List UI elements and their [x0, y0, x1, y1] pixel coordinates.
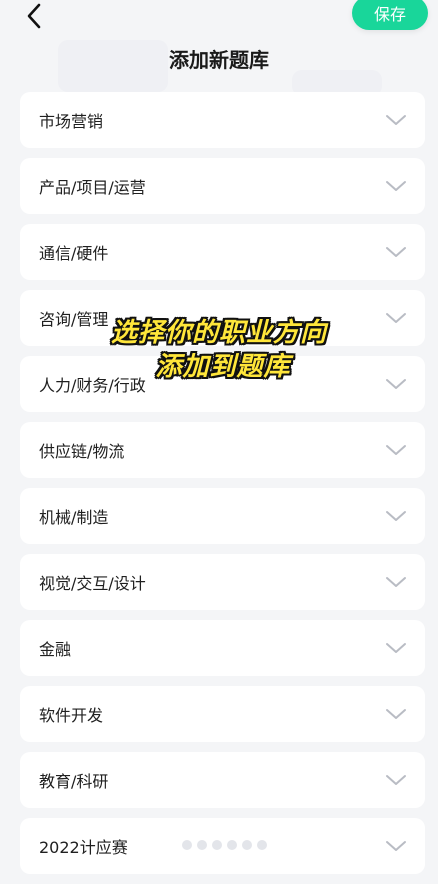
chevron-down-icon — [386, 709, 406, 719]
category-row[interactable]: 市场营销 — [20, 92, 425, 148]
dot — [182, 840, 192, 850]
category-label: 人力/财务/行政 — [39, 376, 146, 395]
chevron-down-icon — [386, 313, 406, 323]
back-button[interactable] — [20, 2, 48, 30]
category-label: 通信/硬件 — [39, 244, 109, 263]
chevron-down-icon — [386, 577, 406, 587]
chevron-down-icon — [386, 379, 406, 389]
dot — [257, 840, 267, 850]
top-bar: 保存 添加新题库 — [0, 0, 438, 96]
category-list: 市场营销 产品/项目/运营 通信/硬件 咨询/管理 人力/财务/行政 供应链/物… — [20, 92, 425, 884]
dot — [197, 840, 207, 850]
chevron-down-icon — [386, 775, 406, 785]
category-label: 机械/制造 — [39, 508, 109, 527]
category-row[interactable]: 机械/制造 — [20, 488, 425, 544]
dot — [227, 840, 237, 850]
chevron-down-icon — [386, 247, 406, 257]
category-row[interactable]: 咨询/管理 — [20, 290, 425, 346]
category-row[interactable]: 金融 — [20, 620, 425, 676]
chevron-down-icon — [386, 511, 406, 521]
category-label: 市场营销 — [39, 112, 104, 131]
save-button[interactable]: 保存 — [352, 0, 428, 30]
category-row[interactable]: 教育/科研 — [20, 752, 425, 808]
category-row[interactable]: 人力/财务/行政 — [20, 356, 425, 412]
category-label: 咨询/管理 — [39, 310, 109, 329]
category-row[interactable]: 视觉/交互/设计 — [20, 554, 425, 610]
dot — [242, 840, 252, 850]
category-label: 软件开发 — [39, 706, 104, 725]
page-title: 添加新题库 — [169, 48, 269, 72]
category-row[interactable]: 产品/项目/运营 — [20, 158, 425, 214]
category-row[interactable]: 供应链/物流 — [20, 422, 425, 478]
category-row[interactable]: 软件开发 — [20, 686, 425, 742]
category-row[interactable]: 通信/硬件 — [20, 224, 425, 280]
category-label: 教育/科研 — [39, 772, 109, 791]
dot — [212, 840, 222, 850]
chevron-down-icon — [386, 643, 406, 653]
chevron-left-icon — [27, 3, 41, 29]
category-label: 产品/项目/运营 — [39, 178, 146, 197]
chevron-down-icon — [386, 445, 406, 455]
chevron-down-icon — [386, 181, 406, 191]
chevron-down-icon — [386, 115, 406, 125]
category-label: 2022计应赛 — [39, 838, 128, 857]
loading-dots — [182, 840, 267, 850]
category-label: 供应链/物流 — [39, 442, 125, 461]
chevron-down-icon — [386, 841, 406, 851]
category-label: 金融 — [39, 640, 72, 659]
category-label: 视觉/交互/设计 — [39, 574, 146, 593]
